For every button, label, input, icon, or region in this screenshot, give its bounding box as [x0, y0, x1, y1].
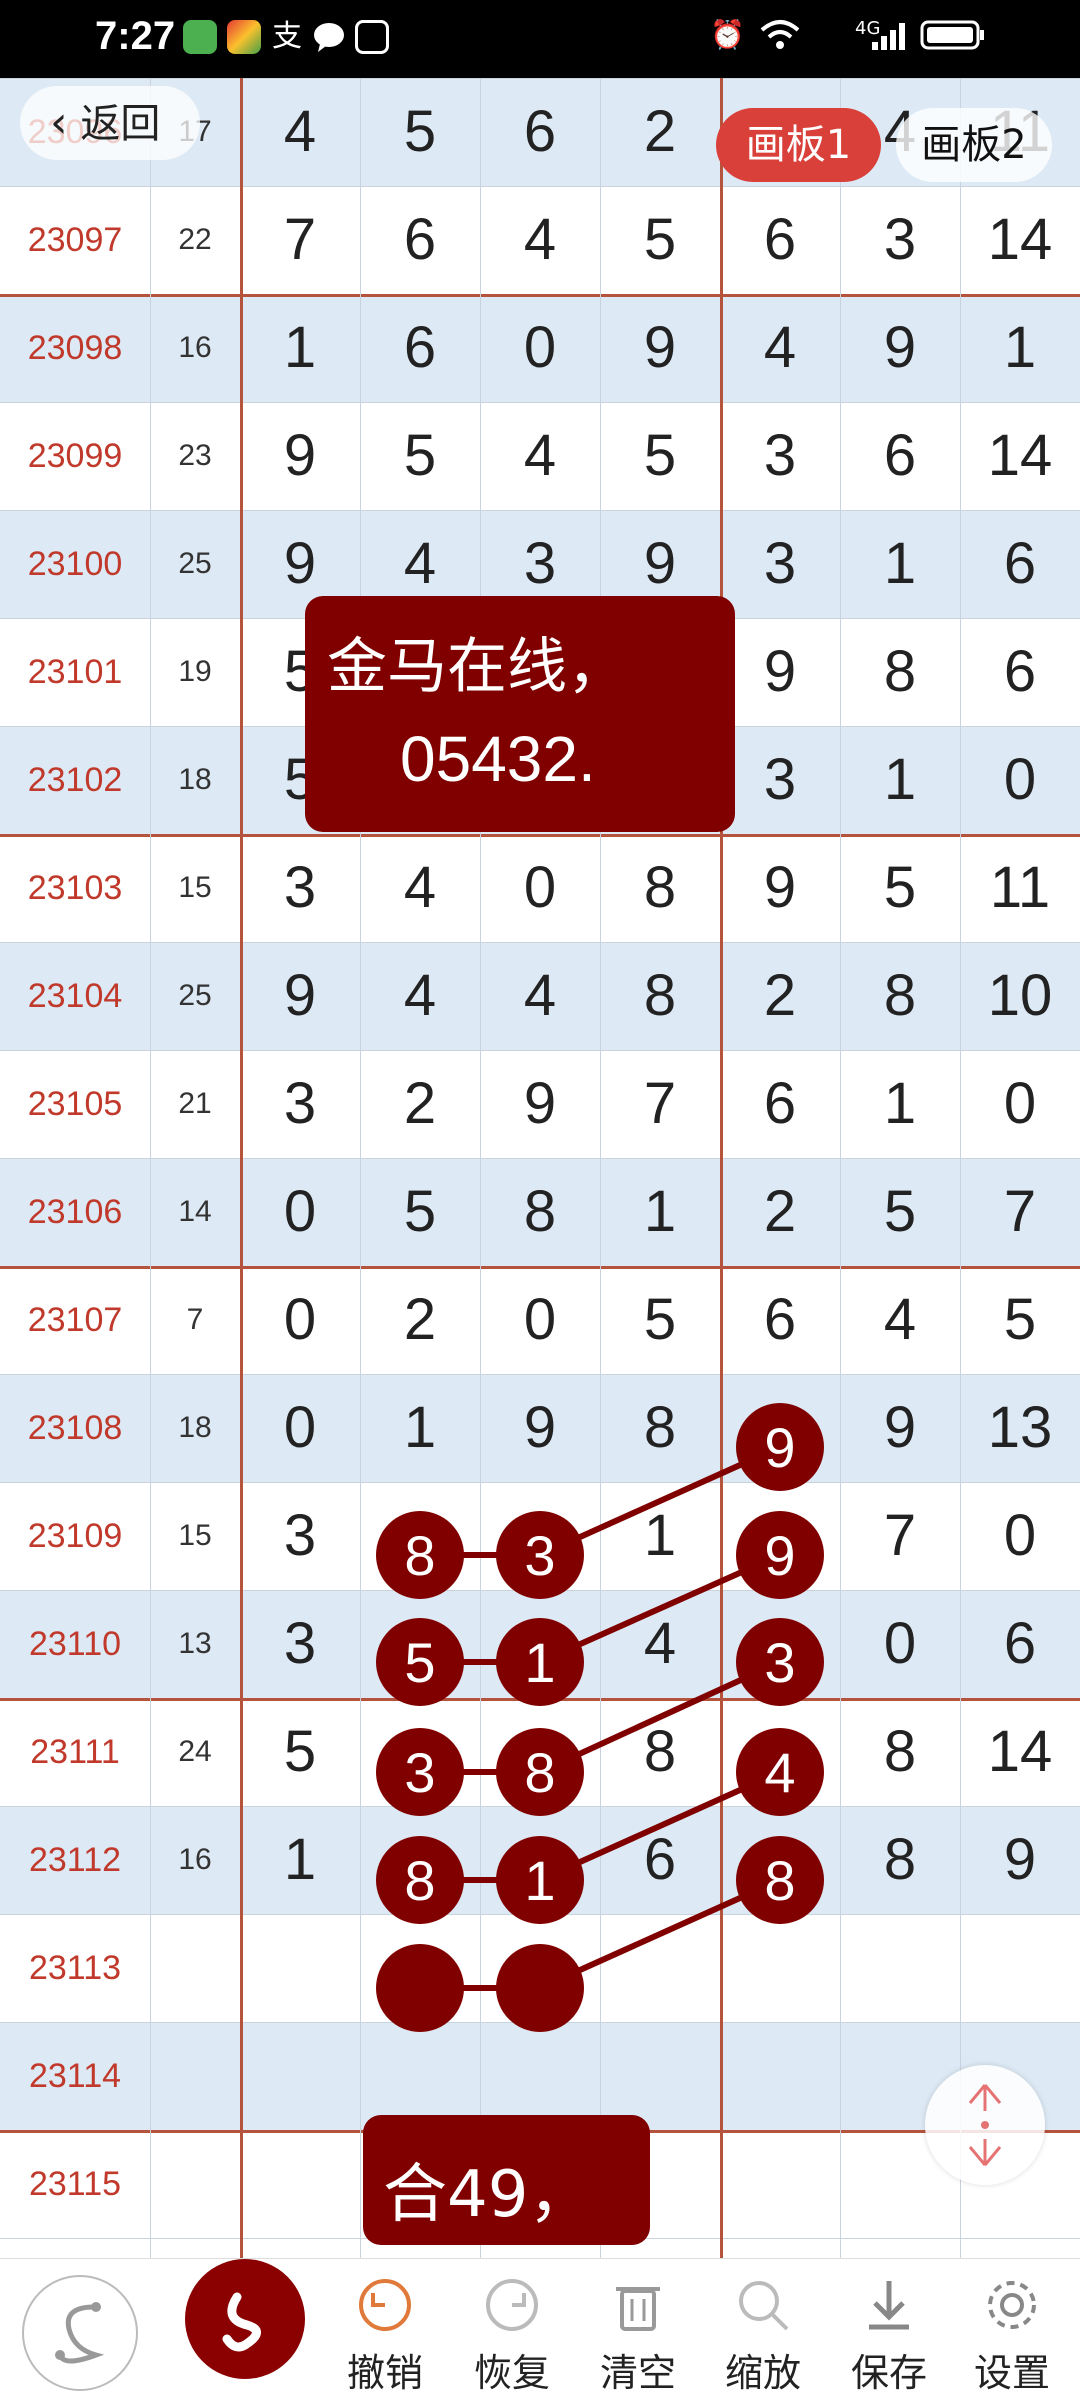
circle-digit: 4 [764, 1741, 795, 1804]
save-label: 保存 [850, 2351, 927, 2395]
back-label: 返回 [80, 101, 161, 147]
undo-icon [359, 2279, 411, 2331]
circle-digit: 3 [404, 1741, 435, 1804]
circle-digit: 8 [524, 1741, 555, 1804]
trash-icon [616, 2287, 660, 2331]
circle-digit: 3 [524, 1524, 555, 1587]
pen-mode-button[interactable] [22, 2275, 138, 2391]
annotation-popup-sum: 合49， [363, 2115, 650, 2245]
circle-digit: 5 [404, 1631, 435, 1694]
circle-digit: 9 [764, 1524, 795, 1587]
marked-circle [376, 1944, 464, 2032]
redo-icon [486, 2279, 538, 2331]
zoom-button[interactable]: 缩放 [703, 2259, 823, 2401]
clear-button[interactable]: 清空 [578, 2259, 698, 2401]
tab-board-2[interactable]: 画板2 [896, 108, 1052, 182]
draw-tool-button[interactable] [185, 2259, 305, 2379]
circle-digit: 8 [404, 1849, 435, 1912]
stroke-icon [55, 2302, 105, 2364]
circle-digit: 9 [764, 1416, 795, 1479]
scroll-handle[interactable] [925, 2065, 1045, 2185]
popup-sum-text: 合49， [383, 2158, 593, 2232]
circle-digit: 3 [764, 1631, 795, 1694]
circle-digit: 8 [764, 1849, 795, 1912]
popup-line1: 金马在线， [327, 632, 627, 702]
bottom-toolbar: 撤销 恢复 清空 缩放 保存 设置 [0, 2258, 1080, 2401]
popup-line2: 05432. [400, 723, 596, 795]
zoom-icon [739, 2281, 789, 2331]
gear-icon [988, 2281, 1036, 2329]
save-button[interactable]: 保存 [829, 2259, 949, 2401]
settings-button[interactable]: 设置 [952, 2259, 1072, 2401]
draw-stroke-icon [222, 2292, 261, 2352]
drawing-overlay: 9 8 3 9 5 1 3 3 8 4 8 1 8 [376, 1403, 824, 2032]
download-icon [869, 2281, 909, 2330]
tab-board-1[interactable]: 画板1 [716, 108, 881, 182]
redo-label: 恢复 [473, 2351, 550, 2395]
redo-button[interactable]: 恢复 [452, 2259, 572, 2401]
chevron-left-icon: ‹ [50, 97, 68, 148]
circle-digit: 8 [404, 1524, 435, 1587]
circle-digit: 1 [524, 1849, 555, 1912]
annotation-popup: 金马在线， 05432. [305, 596, 735, 832]
clear-label: 清空 [599, 2351, 676, 2395]
settings-label: 设置 [973, 2351, 1050, 2395]
zoom-label: 缩放 [724, 2351, 801, 2395]
circle-digit: 1 [524, 1631, 555, 1694]
expand-vertical-icon [968, 2084, 1002, 2166]
undo-button[interactable]: 撤销 [325, 2259, 445, 2401]
marked-circle [496, 1944, 584, 2032]
back-button[interactable]: ‹ 返回 [20, 86, 200, 160]
undo-label: 撤销 [346, 2351, 423, 2395]
